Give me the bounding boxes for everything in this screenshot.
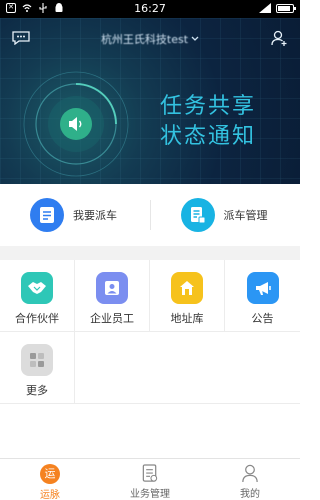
app-label: 企业员工 [90, 312, 134, 325]
top-nav: 杭州王氏科技test [0, 18, 300, 58]
dispatch-management-label: 派车管理 [223, 209, 268, 222]
app-grid-row: 更多 [0, 332, 300, 404]
tab-label: 业务管理 [130, 489, 170, 500]
yunmai-tab-icon: 运 [40, 464, 60, 484]
handshake-icon [21, 272, 53, 304]
bottom-tab-bar: 运 运脉 业务管理 我的 [0, 458, 300, 500]
status-right-icons [259, 3, 296, 13]
tab-label: 我的 [240, 489, 260, 500]
hero-banner: 杭州王氏科技test 任务共享 状态通知 [0, 18, 300, 184]
banner-slogan: 任务共享 状态通知 [160, 92, 256, 152]
status-time: 16:27 [134, 2, 166, 15]
app-grid-row: 合作伙伴 企业员工 地址库 公告 [0, 260, 300, 332]
add-user-icon[interactable] [270, 29, 288, 47]
app-grid: 合作伙伴 企业员工 地址库 公告 更多 [0, 260, 300, 404]
slogan-line-1: 任务共享 [160, 94, 257, 119]
section-spacer [0, 246, 300, 260]
dispatch-row: 我要派车 派车管理 [0, 184, 300, 246]
tab-label: 运脉 [40, 490, 60, 500]
app-employees[interactable]: 企业员工 [75, 260, 150, 332]
more-grid-icon [21, 344, 53, 376]
app-label: 合作伙伴 [15, 312, 59, 325]
app-label: 公告 [251, 312, 274, 325]
request-dispatch-label: 我要派车 [73, 209, 117, 222]
app-partners[interactable]: 合作伙伴 [0, 260, 75, 332]
home-icon [171, 272, 203, 304]
app-label: 地址库 [170, 312, 204, 325]
tab-yunmai[interactable]: 运 运脉 [0, 459, 100, 500]
dispatch-management-button[interactable]: 派车管理 [151, 184, 301, 246]
slogan-line-2: 状态通知 [160, 124, 257, 149]
app-announcements[interactable]: 公告 [225, 260, 300, 332]
dispatch-management-icon [180, 198, 215, 232]
request-dispatch-button[interactable]: 我要派车 [0, 184, 150, 246]
megaphone-icon [246, 272, 279, 304]
tab-business-management[interactable]: 业务管理 [100, 459, 200, 500]
chevron-down-icon [191, 36, 199, 41]
company-selector[interactable]: 杭州王氏科技test [80, 30, 220, 48]
signal-icon [259, 3, 271, 13]
battery-icon [276, 3, 296, 13]
tab-badge-text: 运 [44, 467, 56, 480]
status-bar: ✕ 16:27 [0, 0, 300, 18]
company-name: 杭州王氏科技test [100, 33, 189, 46]
app-more[interactable]: 更多 [0, 332, 75, 404]
speaker-radar-graphic [23, 71, 129, 177]
employee-icon [96, 272, 128, 304]
user-icon [242, 464, 258, 483]
tab-profile[interactable]: 我的 [200, 459, 300, 500]
message-icon[interactable] [12, 31, 30, 45]
app-address-book[interactable]: 地址库 [150, 260, 225, 332]
app-label: 更多 [26, 384, 48, 397]
document-icon [142, 464, 158, 482]
dispatch-request-icon [30, 198, 64, 232]
